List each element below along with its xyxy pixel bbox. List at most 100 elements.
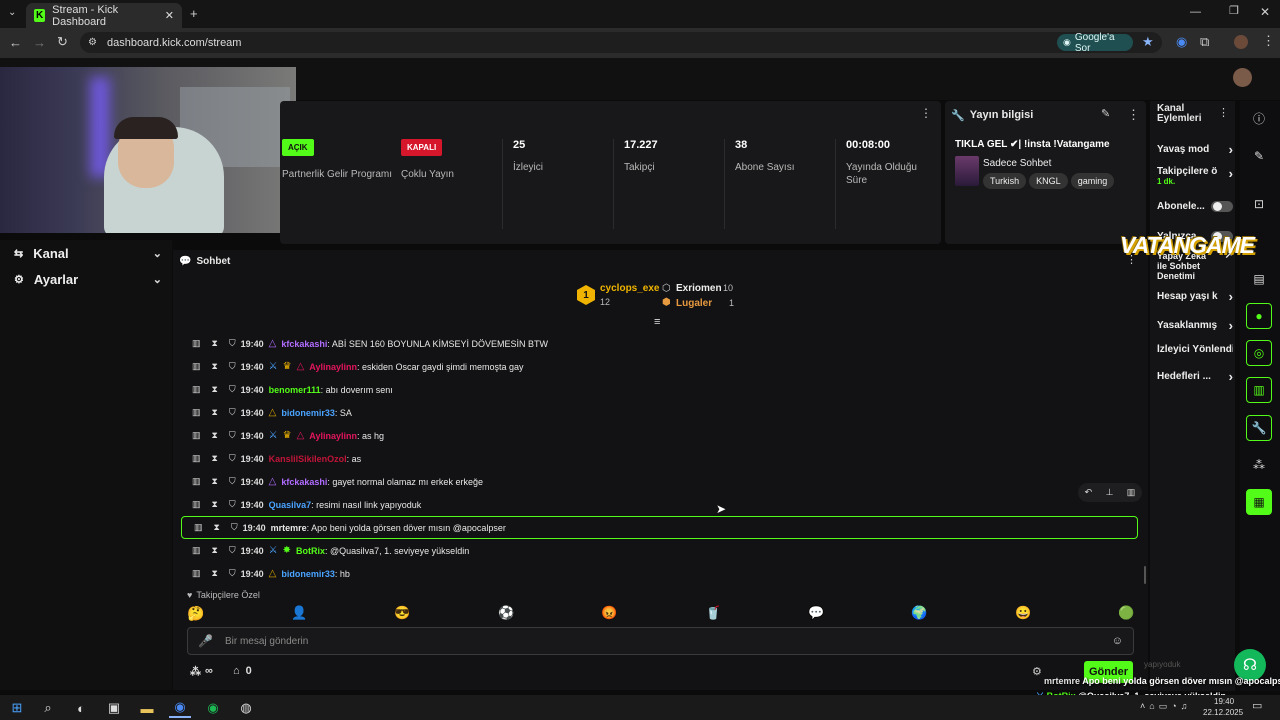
chat-message[interactable]: ▥ ⧗ ⛉ 19:40 △ bidonemir33: hb	[180, 562, 1137, 585]
google-ask-button[interactable]: ◉ Google'a Sor	[1057, 32, 1133, 54]
emote-ball-icon[interactable]: ⚽	[498, 605, 514, 621]
scan-icon[interactable]: ⊡	[1246, 191, 1272, 217]
action-subscribers-only[interactable]: Abonele...	[1157, 201, 1233, 212]
shield-icon[interactable]: ⛉	[229, 568, 236, 579]
chat-icon[interactable]: ●	[1246, 303, 1272, 329]
microphone-icon[interactable]: 🎤	[198, 634, 213, 648]
shield-icon[interactable]: ⛉	[229, 407, 236, 418]
timeout-hourglass-icon[interactable]: ⧗	[212, 384, 218, 395]
shield-icon[interactable]: ⛉	[229, 499, 236, 510]
system-tray-icons[interactable]: ˄⌂▭◔♫	[1140, 701, 1191, 712]
chat-message[interactable]: ▥ ⧗ ⛉ 19:40 ⚔ ✸ BotRix: @Quasilva7, 1. seviyey…	[180, 539, 1137, 562]
timeout-hourglass-icon[interactable]: ⧗	[212, 453, 218, 464]
user-avatar[interactable]	[1233, 68, 1252, 87]
info-icon[interactable]: ⓘ	[1246, 105, 1272, 131]
profile-avatar[interactable]	[1234, 35, 1248, 49]
points-indicator[interactable]: ⁂ ∞	[190, 665, 213, 678]
channel-actions-menu-icon[interactable]: ⋮	[1218, 108, 1229, 119]
share-dots-icon[interactable]: ⁂	[1246, 452, 1272, 478]
file-explorer-icon[interactable]: ▬	[136, 698, 158, 718]
timeout-hourglass-icon[interactable]: ⧗	[214, 522, 220, 533]
message-username[interactable]: kfckakashi	[281, 339, 327, 349]
bookmark-star-icon[interactable]: ★	[1142, 35, 1154, 48]
action-followers-only[interactable]: Takipçilere ö1 dk. ›	[1157, 166, 1233, 190]
action-goals[interactable]: Hedefleri ... ›	[1157, 369, 1233, 384]
filter-lines-icon[interactable]: ≡	[654, 316, 660, 328]
timeout-hourglass-icon[interactable]: ⧗	[212, 430, 218, 441]
minimize-icon[interactable]: —	[1190, 7, 1201, 18]
address-bar[interactable]: ⚙ dashboard.kick.com/stream	[80, 32, 1162, 53]
timeout-hourglass-icon[interactable]: ⧗	[212, 499, 218, 510]
tab-close-icon[interactable]: ✕	[165, 9, 174, 22]
chat-message[interactable]: ▥ ⧗ ⛉ 19:40 KanslilSikilenOzol: as	[180, 447, 1137, 470]
chat-message[interactable]: ▥ ⧗ ⛉ 19:40 mrtemre: Apo beni yolda görsen d…	[181, 516, 1138, 539]
pencil-icon[interactable]: ✎	[1246, 143, 1272, 169]
broadcast-icon[interactable]: ◎	[1246, 340, 1272, 366]
trash-icon[interactable]: ▥	[192, 568, 201, 579]
trash-icon[interactable]: ▥	[192, 453, 201, 464]
emote-person-icon[interactable]: 👤	[291, 605, 307, 621]
timeout-hourglass-icon[interactable]: ⧗	[212, 568, 218, 579]
timeout-hourglass-icon[interactable]: ⧗	[212, 407, 218, 418]
tab-search-icon[interactable]: ⌄	[8, 8, 16, 18]
edit-pencil-icon[interactable]: ✎	[1101, 109, 1110, 120]
message-username[interactable]: benomer111	[269, 385, 321, 395]
emote-angry-icon[interactable]: 😡	[601, 605, 617, 621]
message-username[interactable]: Quasilva7	[269, 500, 312, 510]
leader-name[interactable]: Lugaler	[676, 298, 712, 309]
action-banned-words[interactable]: Yasaklanmış ›	[1157, 318, 1233, 333]
action-viewer-redirect[interactable]: İzleyici Yönlendir	[1157, 344, 1233, 355]
shield-icon[interactable]: ⛉	[231, 522, 238, 533]
forward-icon[interactable]: →	[33, 36, 46, 49]
chat-message-input[interactable]: 🎤 Bir mesaj gönderin ☺	[187, 627, 1134, 655]
emote-smile-icon[interactable]: 😀	[1015, 605, 1031, 621]
document-icon[interactable]: ▤	[1246, 266, 1272, 292]
emote-chat-icon[interactable]: 💬	[808, 605, 824, 621]
trash-icon[interactable]: ▥	[192, 384, 201, 395]
leader-name[interactable]: Exriomen	[676, 283, 722, 294]
timeout-hourglass-icon[interactable]: ⧗	[212, 338, 218, 349]
trash-icon[interactable]: ▥	[194, 522, 203, 533]
spotify-icon[interactable]: ◉	[202, 698, 224, 718]
browser-menu-icon[interactable]: ⋮	[1262, 34, 1275, 47]
timeout-hourglass-icon[interactable]: ⧗	[212, 361, 218, 372]
store-indicator[interactable]: ⌂ 0	[233, 665, 252, 677]
trash-icon[interactable]: ▥	[192, 361, 201, 372]
emoji-picker-icon[interactable]: ☺	[1112, 635, 1123, 647]
trash-icon[interactable]: ▥	[192, 499, 201, 510]
store-app-icon[interactable]: ▣	[103, 698, 125, 718]
undo-icon[interactable]: ↶	[1085, 487, 1093, 498]
clapper-icon[interactable]: ▦	[1246, 489, 1272, 515]
windows-start-icon[interactable]: ⊞	[6, 698, 28, 718]
chat-message[interactable]: ▥ ⧗ ⛉ 19:40 △ kfckakashi: gayet normal olamaz…	[180, 470, 1137, 493]
shield-icon[interactable]: ⛉	[229, 545, 236, 556]
notification-icon[interactable]: ▭	[1252, 699, 1262, 712]
trash-icon[interactable]: ▥	[1127, 487, 1136, 498]
chat-message[interactable]: ▥ ⧗ ⛉ 19:40 benomer111: abı doverım senı	[180, 378, 1137, 401]
site-info-icon[interactable]: ⚙	[88, 37, 97, 48]
new-tab-icon[interactable]: +	[190, 7, 198, 20]
emote-globe-icon[interactable]: 🌍	[911, 605, 927, 621]
chat-message[interactable]: ▥ ⧗ ⛉ 19:40 ⚔ ♛ △ Aylinaylinn: eskiden Oscar ga…	[180, 355, 1137, 378]
message-username[interactable]: bidonemir33	[281, 569, 335, 579]
trash-icon[interactable]: ▥	[192, 430, 201, 441]
sidebar-item-ayarlar[interactable]: ⚙ Ayarlar ⌄	[14, 269, 162, 289]
steam-icon[interactable]: ◐	[70, 698, 92, 718]
emote-thinking-icon[interactable]: 🤔	[187, 605, 204, 622]
chrome-icon[interactable]: ◉	[169, 698, 191, 718]
emote-face-icon[interactable]: 😎	[394, 605, 410, 621]
message-username[interactable]: BotRix	[296, 546, 325, 556]
restore-icon[interactable]: ❐	[1229, 6, 1239, 17]
message-username[interactable]: Aylinaylinn	[309, 362, 357, 372]
shield-icon[interactable]: ⛉	[229, 338, 236, 349]
timeout-hourglass-icon[interactable]: ⧗	[212, 476, 218, 487]
chat-message[interactable]: ▥ ⧗ ⛉ 19:40 △ bidonemir33: SA	[180, 401, 1137, 424]
window-close-icon[interactable]: ✕	[1260, 6, 1270, 18]
shield-icon[interactable]: ⛉	[229, 430, 236, 441]
shield-icon[interactable]: ⛉	[229, 361, 236, 372]
clock-date[interactable]: 22.12.2025	[1203, 708, 1243, 717]
message-username[interactable]: KanslilSikilenOzol	[269, 454, 347, 464]
chat-message[interactable]: ▥ ⧗ ⛉ 19:40 △ kfckakashi: ABİ SEN 160 BOYUNLA…	[180, 332, 1137, 355]
chat-message[interactable]: ▥ ⧗ ⛉ 19:40 Quasilva7: resimi nasıl link yap…	[180, 493, 1137, 516]
chat-message[interactable]: ▥ ⧗ ⛉ 19:40 ⚔ ♛ △ Aylinaylinn: as hg	[180, 424, 1137, 447]
